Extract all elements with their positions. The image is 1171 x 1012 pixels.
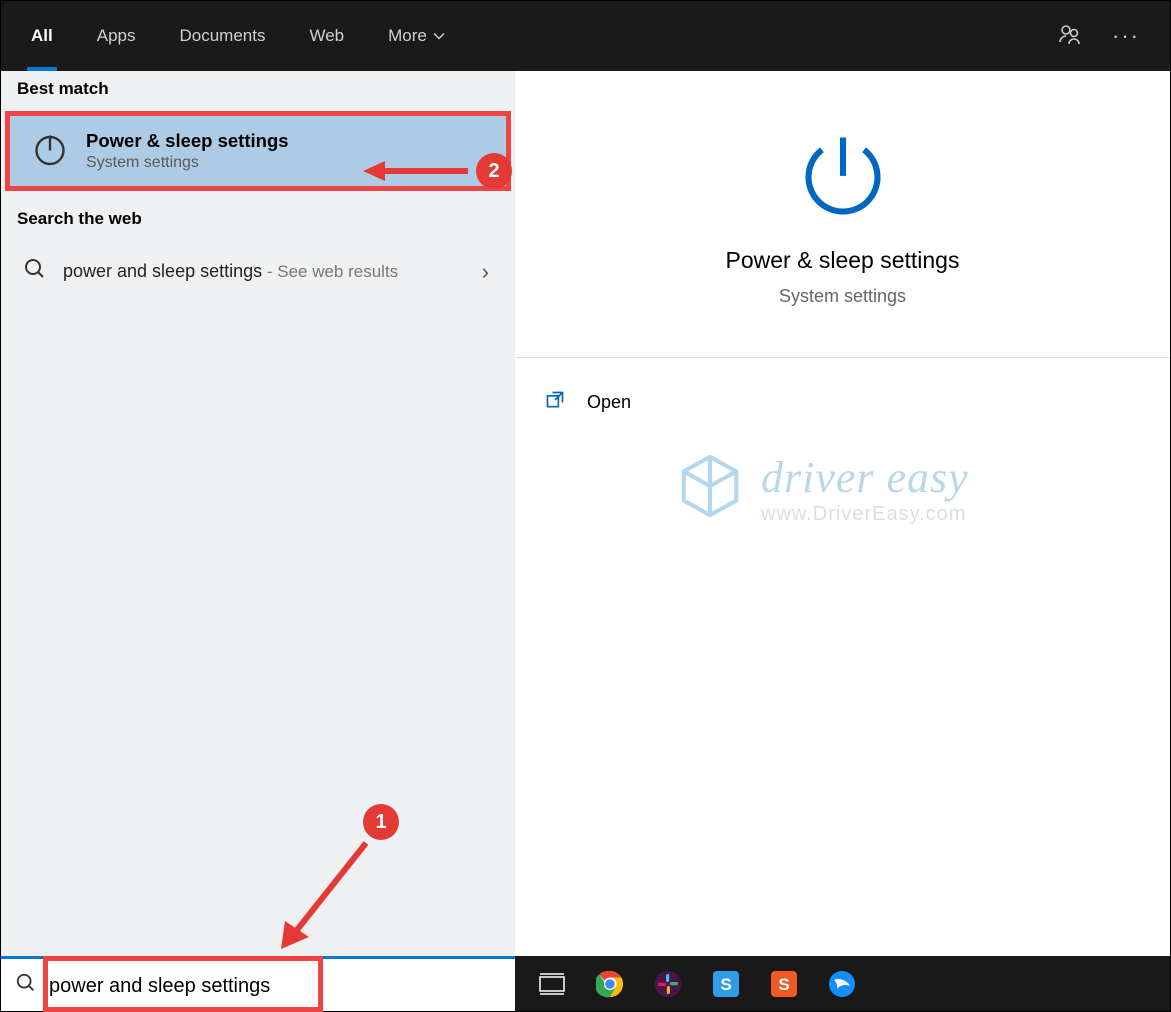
power-icon: [32, 131, 68, 172]
detail-pane: Power & sleep settings System settings O…: [515, 71, 1170, 956]
best-match-title: Power & sleep settings: [86, 130, 289, 152]
search-web-label: Search the web: [1, 191, 515, 241]
snagit-orange-icon[interactable]: S: [769, 969, 799, 999]
annotation-badge-1: 1: [363, 804, 399, 840]
taskbar-region: S S: [1, 956, 1170, 1011]
taskbar: S S: [515, 956, 1170, 1011]
open-icon: [545, 390, 565, 415]
more-options-icon[interactable]: ···: [1112, 23, 1140, 49]
battlenet-icon[interactable]: [827, 969, 857, 999]
filter-tabs: All Apps Documents Web More: [9, 1, 467, 71]
search-icon: [23, 257, 47, 286]
open-action[interactable]: Open: [545, 390, 1140, 415]
web-result-text: power and sleep settings - See web resul…: [63, 261, 466, 282]
tab-apps[interactable]: Apps: [75, 1, 158, 71]
search-box-region: [1, 956, 515, 1011]
svg-text:S: S: [720, 975, 731, 994]
results-pane: Best match Power & sleep settings System…: [1, 71, 515, 956]
open-label: Open: [587, 392, 631, 413]
task-view-icon[interactable]: [537, 969, 567, 999]
annotation-badge-2: 2: [476, 153, 512, 189]
chevron-down-icon: [433, 30, 445, 42]
search-filter-topbar: All Apps Documents Web More ···: [1, 1, 1170, 71]
best-match-label: Best match: [1, 71, 515, 111]
feedback-icon[interactable]: [1058, 22, 1082, 51]
chrome-icon[interactable]: [595, 969, 625, 999]
power-icon: [797, 205, 889, 222]
annotation-arrow-1: [271, 835, 381, 955]
tab-documents[interactable]: Documents: [157, 1, 287, 71]
search-icon: [15, 972, 37, 999]
tab-web[interactable]: Web: [287, 1, 366, 71]
cube-icon: [675, 451, 745, 526]
detail-subtitle: System settings: [535, 286, 1150, 307]
chevron-right-icon: ›: [482, 259, 495, 285]
search-input[interactable]: [49, 973, 501, 998]
svg-text:S: S: [778, 975, 789, 994]
slack-icon[interactable]: [653, 969, 683, 999]
snagit-blue-icon[interactable]: S: [711, 969, 741, 999]
annotation-arrow-2: [363, 157, 473, 185]
best-match-subtitle: System settings: [86, 154, 289, 172]
web-result-item[interactable]: power and sleep settings - See web resul…: [1, 241, 515, 296]
windows-search-panel: All Apps Documents Web More ··· Best mat…: [0, 0, 1171, 1012]
detail-title: Power & sleep settings: [535, 247, 1150, 274]
tab-more[interactable]: More: [366, 1, 467, 71]
tab-all[interactable]: All: [9, 1, 75, 71]
watermark: driver easy www.DriverEasy.com: [675, 451, 1130, 526]
